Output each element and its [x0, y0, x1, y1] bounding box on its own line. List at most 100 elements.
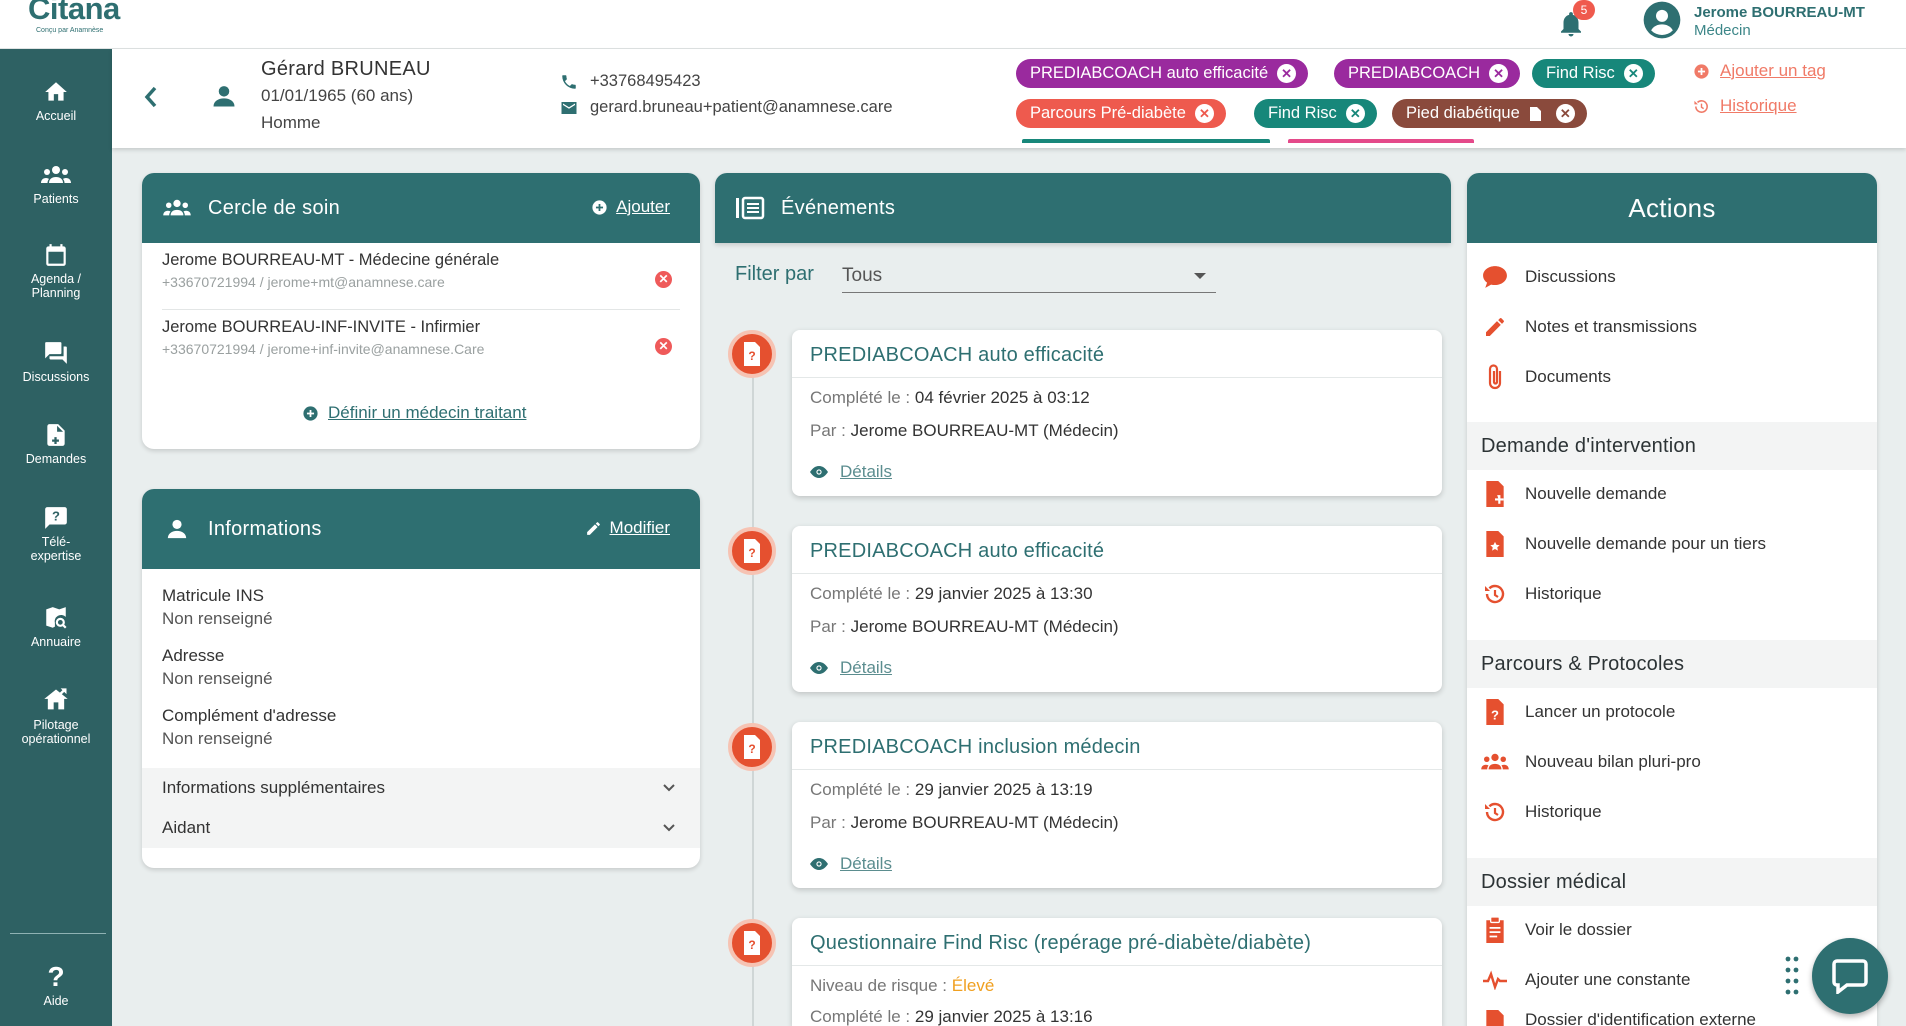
event-completed: Complété le : 29 janvier 2025 à 13:16 — [810, 1007, 1093, 1026]
people-icon — [1481, 753, 1509, 770]
define-treating-doctor-link[interactable]: Définir un médecin traitant — [302, 403, 526, 423]
filter-select[interactable]: Tous — [842, 259, 1216, 293]
action-launch-protocol[interactable]: ? Lancer un protocole — [1467, 692, 1877, 732]
sidebar-item-agenda[interactable]: Agenda / Planning — [0, 242, 112, 300]
drag-handle-icon[interactable] — [1785, 955, 1799, 997]
app-logo[interactable]: Citana — [28, 0, 120, 27]
action-new-request[interactable]: Nouvelle demande — [1467, 474, 1877, 514]
eye-icon — [810, 466, 828, 478]
event-title[interactable]: PREDIABCOACH auto efficacité — [792, 526, 1442, 574]
filter-label: Filter par — [735, 263, 814, 285]
directory-icon — [46, 607, 67, 629]
sidebar-item-pilotage[interactable]: Pilotage opérationnel — [0, 686, 112, 746]
action-documents[interactable]: Documents — [1467, 357, 1877, 397]
action-discussions[interactable]: Discussions — [1467, 257, 1877, 297]
action-view-file[interactable]: Voir le dossier — [1467, 910, 1877, 950]
back-chevron-icon[interactable] — [140, 83, 162, 111]
remove-member-icon[interactable]: ✕ — [655, 338, 672, 355]
action-label: Ajouter une constante — [1525, 970, 1691, 989]
section-dossier: Dossier médical — [1467, 858, 1877, 906]
sidebar-item-label: Annuaire — [30, 635, 82, 649]
event-details-link[interactable]: Détails — [810, 462, 892, 482]
accordion-additional-info[interactable]: Informations supplémentaires — [142, 768, 700, 808]
remove-member-icon[interactable]: ✕ — [655, 271, 672, 288]
informations-edit-button[interactable]: Modifier — [585, 518, 670, 538]
event-title[interactable]: PREDIABCOACH auto efficacité — [792, 330, 1442, 378]
action-parcours-history[interactable]: Historique — [1467, 792, 1877, 832]
patient-phone-text: +33768495423 — [590, 72, 701, 90]
event-document-icon: ? — [728, 330, 776, 378]
care-member-row: Jerome BOURREAU-INF-INVITE - Infirmier +… — [142, 318, 700, 357]
sidebar-item-aide[interactable]: ? Aide — [0, 962, 112, 1008]
care-member-contact: +33670721994 / jerome+mt@anamnese.care — [162, 274, 445, 290]
event-completed-prefix: Complété le : — [810, 388, 915, 407]
accordion-aidant[interactable]: Aidant — [142, 808, 700, 848]
action-new-multipro-assessment[interactable]: Nouveau bilan pluri-pro — [1467, 742, 1877, 782]
tag-chip[interactable]: PREDIABCOACH auto efficacité ✕ — [1016, 59, 1309, 88]
filter-select-value: Tous — [842, 265, 883, 286]
event-title[interactable]: Questionnaire Find Risc (repérage pré-di… — [792, 918, 1442, 966]
event-title[interactable]: PREDIABCOACH inclusion médecin — [792, 722, 1442, 770]
tag-chip[interactable]: Pied diabétique ✕ — [1392, 99, 1587, 128]
event-author: Par : Jerome BOURREAU-MT (Médecin) — [810, 617, 1119, 637]
info-field-value: Non renseigné — [162, 609, 273, 628]
action-label: Voir le dossier — [1525, 920, 1632, 939]
dropdown-arrow-icon — [1194, 273, 1206, 279]
tag-label: PREDIABCOACH — [1348, 64, 1481, 82]
event-details-label: Détails — [840, 462, 892, 481]
action-label: Discussions — [1525, 267, 1616, 286]
tag-remove-icon[interactable]: ✕ — [1489, 64, 1509, 83]
sidebar-item-annuaire[interactable]: Annuaire — [0, 605, 112, 649]
tag-remove-icon[interactable]: ✕ — [1555, 104, 1575, 123]
sidebar-item-label: Discussions — [22, 370, 90, 384]
tag-overflow-hint — [1288, 139, 1474, 143]
care-circle-add-label: Ajouter — [616, 197, 670, 216]
tag-chip[interactable]: Parcours Pré-diabète ✕ — [1016, 99, 1226, 128]
event-details-link[interactable]: Détails — [810, 854, 892, 874]
action-label: Nouvelle demande — [1525, 484, 1667, 503]
sidebar-item-teleexpertise[interactable]: ? Télé-expertise — [0, 505, 112, 563]
event-date: 29 janvier 2025 à 13:30 — [914, 584, 1093, 603]
event-author-prefix: Par : — [810, 421, 851, 440]
section-parcours: Parcours & Protocoles — [1467, 640, 1877, 688]
tag-chip[interactable]: PREDIABCOACH ✕ — [1334, 59, 1521, 88]
action-label: Dossier d'identification externe — [1525, 1010, 1756, 1026]
user-avatar-icon[interactable] — [1642, 0, 1682, 40]
tag-remove-icon[interactable]: ✕ — [1345, 104, 1365, 123]
event-completed-prefix: Complété le : — [810, 1007, 915, 1026]
care-circle-add-button[interactable]: Ajouter — [591, 197, 670, 217]
tag-remove-icon[interactable]: ✕ — [1194, 104, 1214, 123]
event-details-link[interactable]: Détails — [810, 658, 892, 678]
svg-text:?: ? — [47, 962, 64, 990]
actions-header: Actions — [1467, 173, 1877, 243]
sidebar-item-discussions[interactable]: Discussions — [0, 340, 112, 384]
add-tag-link[interactable]: Ajouter un tag — [1693, 61, 1826, 81]
action-label: Nouvelle demande pour un tiers — [1525, 534, 1766, 553]
history-icon — [1694, 99, 1708, 113]
tag-remove-icon[interactable]: ✕ — [1623, 64, 1643, 83]
tag-remove-icon[interactable]: ✕ — [1277, 64, 1297, 83]
action-notes[interactable]: Notes et transmissions — [1467, 307, 1877, 347]
tag-label: Find Risc — [1268, 104, 1337, 122]
sidebar-item-demandes[interactable]: Demandes — [0, 422, 112, 466]
tag-chip[interactable]: Find Risc ✕ — [1532, 59, 1655, 88]
action-external-id[interactable]: Dossier d'identification externe — [1467, 1010, 1877, 1026]
action-new-request-third-party[interactable]: Nouvelle demande pour un tiers — [1467, 524, 1877, 564]
chat-icon — [45, 342, 67, 364]
care-circle-header: Cercle de soin Ajouter — [142, 173, 700, 243]
sidebar-item-accueil[interactable]: Accueil — [0, 79, 112, 123]
user-name[interactable]: Jerome BOURREAU-MT — [1694, 4, 1865, 21]
event-date: 29 janvier 2025 à 13:16 — [914, 1007, 1093, 1026]
sidebar-item-patients[interactable]: Patients — [0, 162, 112, 206]
chat-fab-button[interactable] — [1812, 938, 1888, 1014]
action-label: Notes et transmissions — [1525, 317, 1697, 336]
action-intervention-history[interactable]: Historique — [1467, 574, 1877, 614]
care-member-contact: +33670721994 / jerome+inf-invite@anamnes… — [162, 341, 485, 357]
tag-history-link[interactable]: Historique — [1693, 96, 1797, 116]
event-author-prefix: Par : — [810, 617, 851, 636]
patient-email[interactable]: gerard.bruneau+patient@anamnese.care — [560, 98, 893, 117]
tag-chip[interactable]: Find Risc ✕ — [1254, 99, 1377, 128]
event-document-icon: ? — [728, 919, 776, 967]
patient-phone[interactable]: +33768495423 — [560, 72, 701, 91]
event-author-name: Jerome BOURREAU-MT (Médecin) — [850, 421, 1119, 440]
